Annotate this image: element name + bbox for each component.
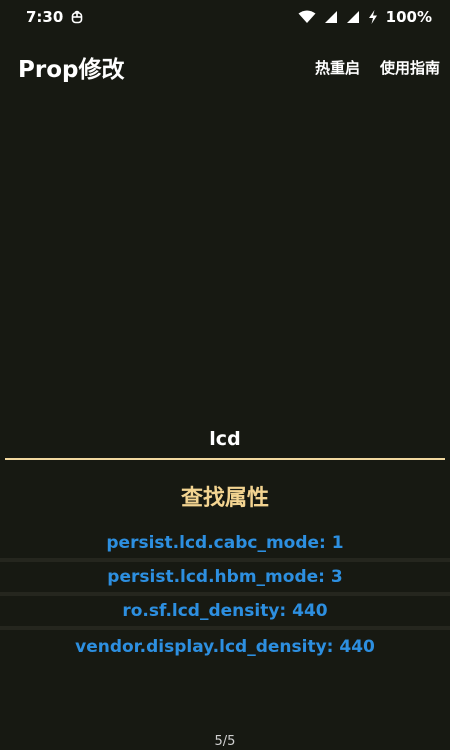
list-item[interactable]: persist.lcd.cabc_mode: 1 bbox=[0, 528, 450, 562]
notification-app-icon bbox=[71, 10, 83, 24]
list-item[interactable]: ro.sf.lcd_density: 440 bbox=[0, 596, 450, 630]
wifi-icon bbox=[298, 10, 316, 24]
result-text[interactable]: ro.sf.lcd_density: 440 bbox=[122, 601, 327, 621]
section-title: 查找属性 bbox=[180, 486, 269, 511]
status-time: 7:30 bbox=[26, 8, 64, 26]
user-guide-button[interactable]: 使用指南 bbox=[380, 57, 440, 78]
list-item[interactable]: vendor.display.lcd_density: 440 bbox=[0, 630, 450, 664]
page-indicator: 5/5 bbox=[214, 734, 236, 749]
app-bar: Prop修改 热重启 使用指南 bbox=[0, 44, 450, 90]
hot-restart-button[interactable]: 热重启 bbox=[315, 57, 360, 78]
app-actions: 热重启 使用指南 bbox=[315, 57, 440, 78]
results-list: persist.lcd.cabc_mode: 1 persist.lcd.hbm… bbox=[0, 528, 450, 664]
signal-icon bbox=[324, 10, 338, 24]
signal-icon-2 bbox=[346, 10, 360, 24]
app-title: Prop修改 bbox=[18, 57, 125, 83]
charging-icon bbox=[368, 10, 378, 24]
battery-percent: 100% bbox=[385, 8, 432, 26]
result-text[interactable]: persist.lcd.cabc_mode: 1 bbox=[106, 533, 343, 553]
result-text[interactable]: vendor.display.lcd_density: 440 bbox=[75, 637, 375, 657]
status-right: 100% bbox=[298, 8, 432, 26]
status-bar: 7:30 100% bbox=[0, 0, 450, 34]
result-text[interactable]: persist.lcd.hbm_mode: 3 bbox=[107, 567, 342, 587]
list-item[interactable]: persist.lcd.hbm_mode: 3 bbox=[0, 562, 450, 596]
search-input[interactable] bbox=[5, 420, 445, 458]
search-field bbox=[5, 420, 445, 460]
status-left: 7:30 bbox=[26, 8, 83, 26]
